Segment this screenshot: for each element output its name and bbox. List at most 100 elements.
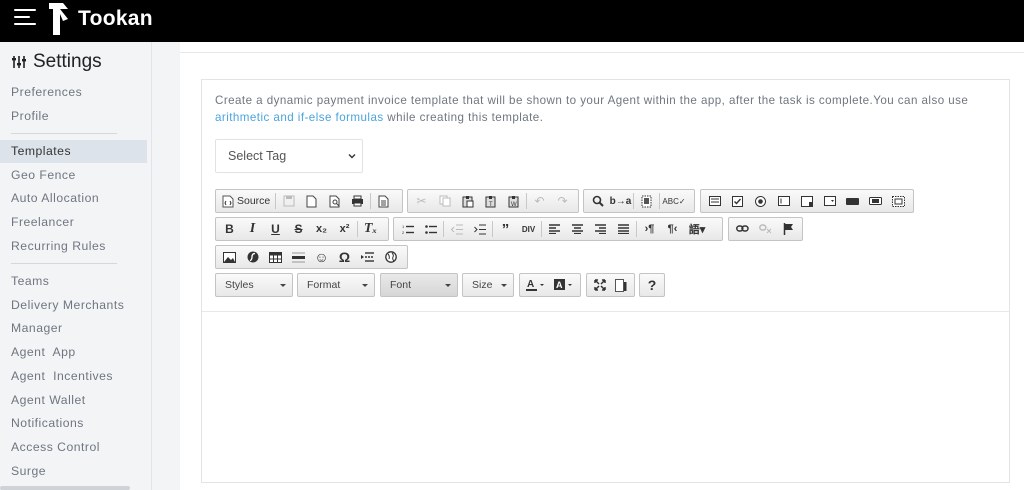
text-direction-ltr-icon[interactable]: ›¶ bbox=[638, 218, 661, 240]
sidebar-item-delivery-merchants[interactable]: Delivery Merchants bbox=[0, 294, 147, 317]
toolbar-links-group bbox=[728, 217, 803, 241]
textarea-icon[interactable] bbox=[795, 190, 818, 212]
strikethrough-button[interactable]: S bbox=[287, 218, 310, 240]
font-dropdown[interactable]: Font bbox=[380, 273, 458, 297]
print-icon[interactable] bbox=[346, 190, 369, 212]
subscript-button[interactable]: x₂ bbox=[310, 218, 333, 240]
form-icon[interactable] bbox=[703, 190, 726, 212]
text-direction-rtl-icon[interactable]: ¶‹ bbox=[661, 218, 684, 240]
paste-text-icon[interactable]: T bbox=[479, 190, 502, 212]
sidebar-item-notifications[interactable]: Notifications bbox=[0, 412, 147, 435]
italic-button[interactable]: I bbox=[241, 218, 264, 240]
top-bar: Tookan bbox=[0, 0, 1024, 42]
image-icon[interactable] bbox=[218, 246, 241, 268]
page-break-icon[interactable] bbox=[356, 246, 379, 268]
sidebar-item-preferences[interactable]: Preferences bbox=[0, 81, 147, 104]
bulleted-list-icon[interactable] bbox=[419, 218, 442, 240]
spellcheck-icon[interactable]: ABC✓ bbox=[661, 190, 687, 212]
sidebar-item-auto-allocation[interactable]: Auto Allocation bbox=[0, 187, 147, 210]
toolbar-about-group: ? bbox=[639, 273, 665, 297]
sidebar-item-templates[interactable]: Templates bbox=[0, 140, 147, 163]
divider bbox=[180, 52, 1024, 53]
select-field-icon[interactable] bbox=[818, 190, 841, 212]
sliders-icon bbox=[12, 56, 26, 68]
text-field-icon[interactable] bbox=[772, 190, 795, 212]
redo-icon[interactable]: ↷ bbox=[551, 190, 574, 212]
template-description: Create a dynamic payment invoice templat… bbox=[215, 92, 1005, 126]
image-button-icon[interactable] bbox=[864, 190, 887, 212]
app-logo-text: Tookan bbox=[78, 7, 153, 30]
select-all-icon[interactable] bbox=[635, 190, 658, 212]
paste-icon[interactable] bbox=[456, 190, 479, 212]
toolbar-paragraph-group: 12 ” DIV ›¶ ¶‹ 語▾ bbox=[393, 217, 723, 241]
select-tag-dropdown[interactable]: Select Tag bbox=[215, 139, 363, 173]
replace-icon[interactable]: b→a bbox=[609, 190, 632, 212]
hidden-field-icon[interactable] bbox=[887, 190, 910, 212]
align-left-icon[interactable] bbox=[543, 218, 566, 240]
language-icon[interactable]: 語▾ bbox=[684, 218, 710, 240]
sidebar-item-agent-wallet[interactable]: Agent Wallet bbox=[0, 389, 147, 412]
format-dropdown[interactable]: Format bbox=[297, 273, 375, 297]
align-right-icon[interactable] bbox=[589, 218, 612, 240]
special-char-icon[interactable]: Ω bbox=[333, 246, 356, 268]
dropdown-arrow-icon bbox=[280, 284, 286, 287]
horizontal-rule-icon[interactable] bbox=[287, 246, 310, 268]
copy-icon[interactable] bbox=[433, 190, 456, 212]
toolbar-document-group: Source bbox=[215, 189, 403, 213]
description-tail: while creating this template. bbox=[383, 111, 544, 124]
preview-icon[interactable] bbox=[323, 190, 346, 212]
templates-icon[interactable] bbox=[372, 190, 395, 212]
align-center-icon[interactable] bbox=[566, 218, 589, 240]
help-button[interactable]: ? bbox=[642, 274, 662, 296]
sidebar-scrollbar[interactable] bbox=[0, 486, 130, 490]
find-icon[interactable] bbox=[586, 190, 609, 212]
numbered-list-icon[interactable]: 12 bbox=[396, 218, 419, 240]
styles-dropdown[interactable]: Styles bbox=[215, 273, 293, 297]
sidebar-item-agent-incentives[interactable]: Agent Incentives bbox=[0, 365, 147, 388]
unlink-icon[interactable] bbox=[754, 218, 777, 240]
source-button[interactable]: Source bbox=[218, 190, 274, 212]
blockquote-icon[interactable]: ” bbox=[494, 218, 517, 240]
remove-format-icon[interactable]: Tₓ bbox=[359, 218, 382, 240]
new-page-icon[interactable] bbox=[300, 190, 323, 212]
cut-icon[interactable]: ✂ bbox=[410, 190, 433, 212]
save-icon[interactable] bbox=[277, 190, 300, 212]
sidebar-item-teams[interactable]: Teams bbox=[0, 270, 147, 293]
background-color-icon[interactable]: A bbox=[550, 274, 578, 296]
paste-word-icon[interactable]: W bbox=[502, 190, 525, 212]
button-field-icon[interactable] bbox=[841, 190, 864, 212]
undo-icon[interactable]: ↶ bbox=[528, 190, 551, 212]
show-blocks-icon[interactable] bbox=[611, 274, 633, 296]
dropdown-arrow-icon bbox=[445, 284, 451, 287]
maximize-icon[interactable] bbox=[589, 274, 611, 296]
superscript-button[interactable]: x² bbox=[333, 218, 356, 240]
main-content: Create a dynamic payment invoice templat… bbox=[180, 42, 1024, 490]
sidebar-item-profile[interactable]: Profile bbox=[0, 105, 147, 128]
size-dropdown[interactable]: Size bbox=[462, 273, 514, 297]
sidebar-item-agent-app[interactable]: Agent App bbox=[0, 341, 147, 364]
checkbox-icon[interactable] bbox=[726, 190, 749, 212]
iframe-globe-icon[interactable] bbox=[379, 246, 402, 268]
decrease-indent-icon[interactable] bbox=[445, 218, 468, 240]
create-div-icon[interactable]: DIV bbox=[517, 218, 540, 240]
sidebar-item-geo-fence[interactable]: Geo Fence bbox=[0, 164, 147, 187]
sidebar-item-manager[interactable]: Manager bbox=[0, 317, 147, 340]
sidebar-item-surge[interactable]: Surge bbox=[0, 460, 147, 483]
justify-icon[interactable] bbox=[612, 218, 635, 240]
increase-indent-icon[interactable] bbox=[468, 218, 491, 240]
radio-icon[interactable] bbox=[749, 190, 772, 212]
sidebar-item-recurring-rules[interactable]: Recurring Rules bbox=[0, 235, 147, 258]
table-icon[interactable] bbox=[264, 246, 287, 268]
hamburger-menu-icon[interactable] bbox=[14, 9, 36, 27]
text-color-icon[interactable]: A bbox=[522, 274, 550, 296]
link-icon[interactable] bbox=[731, 218, 754, 240]
flash-icon[interactable] bbox=[241, 246, 264, 268]
sidebar-item-access-control[interactable]: Access Control bbox=[0, 436, 147, 459]
sidebar-item-freelancer[interactable]: Freelancer bbox=[0, 211, 147, 234]
toolbar-colors-group: A A bbox=[519, 273, 581, 297]
bold-button[interactable]: B bbox=[218, 218, 241, 240]
anchor-flag-icon[interactable] bbox=[777, 218, 800, 240]
underline-button[interactable]: U bbox=[264, 218, 287, 240]
formulas-link[interactable]: arithmetic and if-else formulas bbox=[215, 111, 384, 124]
smiley-icon[interactable]: ☺ bbox=[310, 246, 333, 268]
